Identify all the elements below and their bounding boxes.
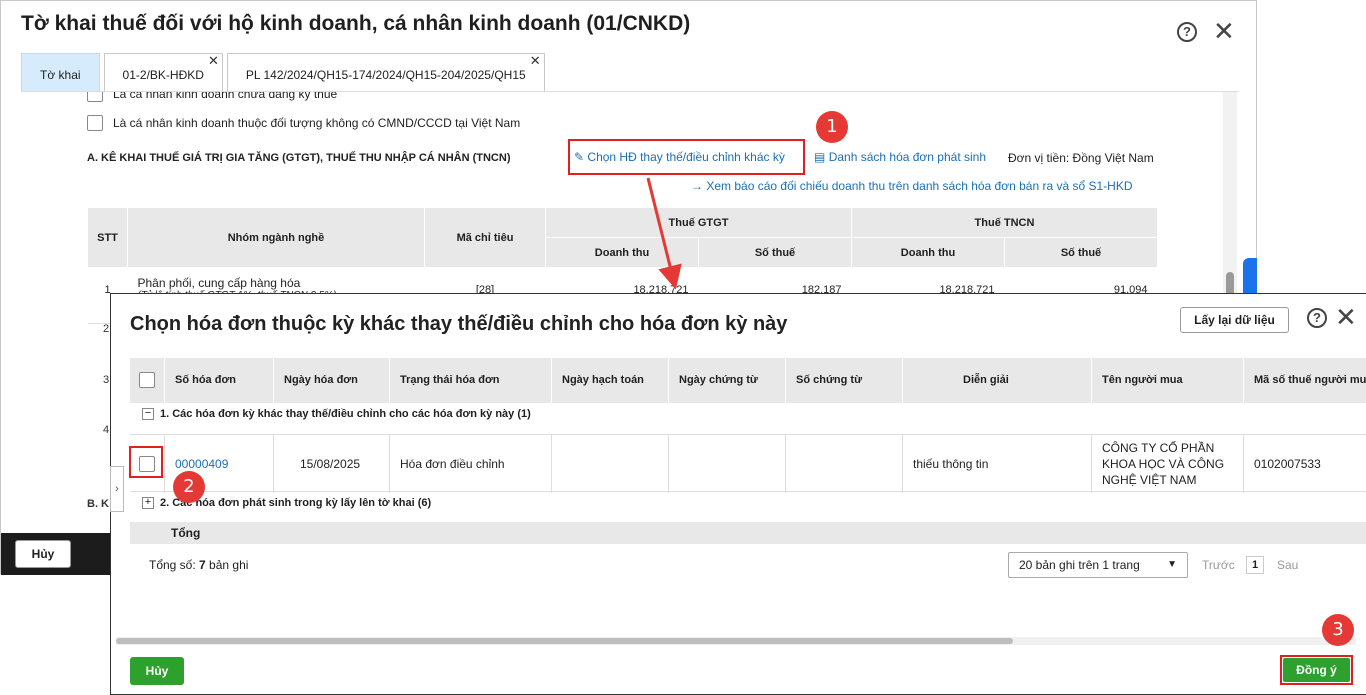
tab-pl[interactable]: PL 142/2024/QH15-174/2024/QH15-204/2025/…	[226, 53, 545, 91]
chevron-right-icon[interactable]: ›	[110, 466, 124, 512]
group-label: 2. Các hóa đơn phát sinh trong kỳ lấy lê…	[160, 497, 432, 509]
link-label: Xem báo cáo đối chiếu doanh thu trên dan…	[706, 179, 1133, 193]
tab-label: 01-2/BK-HĐKD	[122, 68, 204, 82]
table-row[interactable]: 00000409 15/08/2025 Hóa đơn điều chỉnh t…	[130, 434, 1366, 493]
record-summary: Tổng số: 7 bản ghi	[149, 558, 248, 572]
industry-name: Phân phối, cung cấp hàng hóa	[137, 276, 301, 290]
col-vat-revenue: Doanh thu	[545, 237, 699, 268]
group-row-1[interactable]: − 1. Các hóa đơn kỳ khác thay thế/điều c…	[130, 408, 531, 420]
choose-other-period-link[interactable]: ✎ Chọn HĐ thay thế/điều chỉnh khác kỳ	[574, 150, 785, 164]
currency-unit: Đơn vị tiền: Đồng Việt Nam	[1008, 151, 1154, 165]
arrow-right-icon: →	[691, 179, 703, 193]
checkbox[interactable]	[87, 92, 103, 102]
question-icon[interactable]: ?	[1307, 308, 1327, 328]
voucher-no	[786, 435, 903, 493]
callout-badge: 2	[173, 471, 205, 503]
description: thiếu thông tin	[903, 435, 1092, 493]
checkbox-label: Là cá nhân kinh doanh thuộc đối tượng kh…	[113, 116, 521, 130]
col-voucher-no[interactable]: Số chứng từ	[786, 358, 903, 403]
summary-count: 7	[199, 558, 206, 572]
link-label: Danh sách hóa đơn phát sinh	[828, 150, 986, 164]
col-buyer-tax[interactable]: Mã số thuế người mua	[1244, 358, 1366, 403]
col-pit: Thuế TNCN	[851, 207, 1158, 238]
total-row: Tổng	[130, 522, 1366, 544]
row-number: 4	[103, 424, 110, 436]
grid-header: Số hóa đơn Ngày hóa đơn Trạng thái hóa đ…	[130, 358, 1366, 403]
question-icon[interactable]: ?	[1177, 22, 1197, 42]
close-icon[interactable]: ✕	[208, 40, 219, 82]
col-voucher-date[interactable]: Ngày chứng từ	[669, 358, 786, 403]
edit-icon: ✎	[574, 150, 585, 164]
horizontal-scrollbar[interactable]	[116, 637, 1356, 645]
tab-label: PL 142/2024/QH15-174/2024/QH15-204/2025/…	[245, 68, 526, 82]
unregistered-checkbox-row[interactable]: Là cá nhân kinh doanh chưa đăng ký thuế	[87, 91, 338, 102]
row-number: 2	[103, 323, 110, 335]
col-industry: Nhóm ngành nghề	[127, 207, 425, 268]
link-label: Chọn HĐ thay thế/điều chỉnh khác kỳ	[587, 150, 785, 164]
callout-badge: 1	[816, 111, 848, 143]
col-description[interactable]: Diễn giải	[903, 358, 1092, 403]
tab-bar: Tờ khai 01-2/BK-HĐKD ✕ PL 142/2024/QH15-1…	[21, 53, 549, 91]
cancel-button[interactable]: Hủy	[130, 657, 184, 685]
callout-badge: 3	[1322, 614, 1354, 646]
invoice-grid: Số hóa đơn Ngày hóa đơn Trạng thái hóa đ…	[130, 358, 1366, 553]
invoice-date: 15/08/2025	[274, 435, 390, 493]
next-page-button[interactable]: Sau	[1277, 558, 1298, 572]
cancel-button[interactable]: Hủy	[15, 540, 71, 568]
document-icon: ▤	[814, 150, 826, 164]
col-buyer-name[interactable]: Tên người mua	[1092, 358, 1244, 403]
current-page: 1	[1246, 556, 1264, 574]
col-vat-tax: Số thuế	[698, 237, 852, 268]
tab-to-khai[interactable]: Tờ khai	[21, 53, 100, 91]
col-vat: Thuế GTGT	[545, 207, 852, 238]
invoice-status: Hóa đơn điều chỉnh	[390, 435, 552, 493]
no-id-checkbox-row[interactable]: Là cá nhân kinh doanh thuộc đối tượng kh…	[87, 115, 520, 131]
scroll-thumb[interactable]	[116, 638, 1013, 644]
collapse-icon[interactable]: −	[142, 408, 154, 420]
col-code: Mã chỉ tiêu	[424, 207, 546, 268]
buyer-tax-code: 0102007533	[1254, 457, 1321, 471]
col-pit-tax: Số thuế	[1004, 237, 1158, 268]
agree-button[interactable]: Đồng ý	[1283, 658, 1350, 682]
summary-prefix: Tổng số:	[149, 558, 200, 572]
dialog-title: Tờ khai thuế đối với hộ kinh doanh, cá n…	[21, 12, 691, 35]
col-stt: STT	[87, 207, 128, 268]
invoice-list-link[interactable]: ▤ Danh sách hóa đơn phát sinh	[814, 150, 986, 164]
col-invoice-date[interactable]: Ngày hóa đơn	[274, 358, 390, 403]
choose-invoice-dialog: Chọn hóa đơn thuộc kỳ khác thay thế/điều…	[110, 293, 1366, 695]
select-all-checkbox[interactable]	[139, 372, 155, 388]
reload-data-button[interactable]: Lấy lại dữ liệu	[1180, 307, 1289, 333]
buyer-name: CÔNG TY CỔ PHẦN KHOA HỌC VÀ CÔNG NGHỆ VI…	[1092, 435, 1244, 493]
col-status[interactable]: Trạng thái hóa đơn	[390, 358, 552, 403]
group-row-2[interactable]: + 2. Các hóa đơn phát sinh trong kỳ lấy …	[130, 497, 431, 509]
caret-down-icon: ▼	[1167, 559, 1177, 570]
close-icon[interactable]: ✕	[1213, 17, 1235, 45]
col-invoice-no[interactable]: Số hóa đơn	[165, 358, 274, 403]
highlight-box	[129, 446, 163, 478]
page-size-select[interactable]: 20 bản ghi trên 1 trang ▼	[1008, 552, 1188, 578]
tab-bk-hdkd[interactable]: 01-2/BK-HĐKD ✕	[103, 53, 223, 91]
dialog-title: Chọn hóa đơn thuộc kỳ khác thay thế/điều…	[130, 313, 788, 335]
voucher-date	[669, 435, 786, 493]
section-b-title: B. K	[87, 498, 109, 510]
close-icon[interactable]: ✕	[1335, 303, 1357, 331]
checkbox[interactable]	[87, 115, 103, 131]
close-icon[interactable]: ✕	[530, 40, 541, 82]
side-panel-tab[interactable]	[1243, 258, 1257, 298]
col-accounting-date[interactable]: Ngày hạch toán	[552, 358, 669, 403]
accounting-date	[552, 435, 669, 493]
total-label: Tổng	[171, 526, 201, 540]
section-a-title: A. KÊ KHAI THUẾ GIÁ TRỊ GIA TĂNG (GTGT),…	[87, 152, 511, 164]
tab-label: Tờ khai	[40, 68, 81, 82]
prev-page-button[interactable]: Trước	[1202, 558, 1235, 572]
group-label: 1. Các hóa đơn kỳ khác thay thế/điều chỉ…	[160, 408, 531, 420]
revenue-report-link[interactable]: → Xem báo cáo đối chiếu doanh thu trên d…	[691, 179, 1133, 193]
checkbox-label: Là cá nhân kinh doanh chưa đăng ký thuế	[113, 91, 338, 101]
row-number: 3	[103, 374, 110, 386]
col-pit-revenue: Doanh thu	[851, 237, 1005, 268]
select-all-cell	[130, 358, 165, 403]
page-size-value: 20 bản ghi trên 1 trang	[1019, 558, 1140, 572]
expand-icon[interactable]: +	[142, 497, 154, 509]
summary-suffix: bản ghi	[205, 558, 249, 572]
